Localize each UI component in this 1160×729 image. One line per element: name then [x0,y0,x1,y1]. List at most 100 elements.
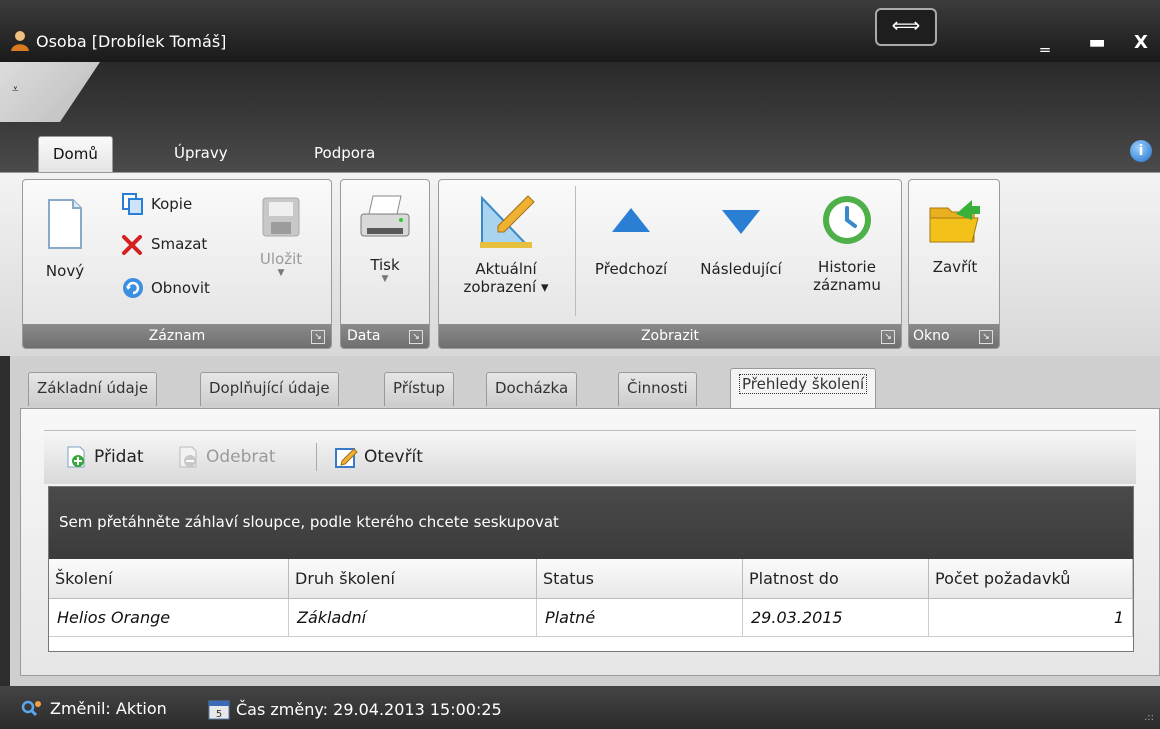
ruler-pencil-icon [480,195,535,248]
table-cell[interactable]: Platné [537,599,743,637]
nasledujici-button[interactable]: Následující [685,202,797,278]
close-button[interactable]: X [1126,30,1156,56]
aktualni-zobrazeni-button[interactable]: Aktuální zobrazení ▾ [443,192,569,296]
ribbon-panel: Nový Kopie Smazat Obnovit Uložit ▼ Zázna… [0,172,1160,356]
changed-at-status: 5 Čas změny: 29.04.2013 15:00:25 [208,698,502,720]
group-data: Tisk ▼ Data ↘ [340,179,430,349]
group-zobrazit: Aktuální zobrazení ▾ Předchozí Následují… [438,179,902,349]
smazat-label: Smazat [151,235,208,253]
refresh-icon [123,278,143,298]
remove-document-icon [179,446,197,468]
tab-podpora[interactable]: Podpora [300,136,389,172]
novy-button[interactable]: Nový [35,196,95,280]
info-icon[interactable]: i [1130,140,1152,162]
add-document-icon [67,446,85,468]
zavrit-label: Zavřít [932,258,978,276]
tab-cinnosti[interactable]: Činnosti [618,372,697,406]
aktualni-label-2: zobrazení ▾ [463,278,549,296]
smazat-button[interactable]: Smazat [121,232,207,256]
novy-label: Nový [45,262,85,280]
ulozit-button[interactable]: Uložit ▼ [249,194,313,278]
tab-upravy[interactable]: Úpravy [160,136,242,172]
window-title: Osoba [Drobílek Tomáš] [36,32,227,51]
svg-text:5: 5 [216,709,222,720]
tab-pristup[interactable]: Přístup [384,372,454,406]
table-cell[interactable]: Helios Orange [49,599,289,637]
nasledujici-label: Následující [700,260,782,278]
tab-doplnujici-udaje[interactable]: Doplňující údaje [200,372,339,406]
arrow-down-icon [722,210,760,234]
person-icon [11,31,29,51]
tab-dochazka[interactable]: Docházka [486,372,578,406]
ulozit-dropdown-icon: ▼ [277,268,285,278]
user-search-icon [21,700,41,717]
new-document-icon [48,199,82,249]
minimize-button[interactable]: ‗ [1030,30,1060,56]
calendar-icon: 5 [208,700,230,720]
aktualni-label-1: Aktuální [475,260,537,278]
quick-access-customize-icon[interactable]: ⩡ [12,82,19,97]
group-zobrazit-title: Zobrazit [640,328,700,344]
group-okno: Zavřít Okno ↘ [908,179,1000,349]
column-header-skoleni[interactable]: Školení [49,559,289,599]
tisk-label: Tisk [370,256,400,274]
zavrit-button[interactable]: Zavřít [915,192,995,276]
dialog-launcher-icon[interactable]: ↘ [881,330,895,344]
obnovit-button[interactable]: Obnovit [121,276,210,300]
table-cell[interactable]: 1 [929,599,1133,637]
historie-zaznamu-button[interactable]: Historie záznamu [801,192,893,294]
changed-at-text: Čas změny: 29.04.2013 15:00:25 [236,699,502,719]
arrow-up-icon [612,208,650,232]
odebrat-button[interactable]: Odebrat [178,445,276,469]
column-header-druh-skoleni[interactable]: Druh školení [289,559,537,599]
group-by-panel[interactable]: Sem přetáhněte záhlaví sloupce, podle kt… [49,487,1133,559]
history-clock-icon [823,196,871,244]
historie-label-2: záznamu [813,276,881,294]
obnovit-label: Obnovit [151,279,210,297]
training-grid[interactable]: Sem přetáhněte záhlaví sloupce, podle kt… [48,486,1134,652]
folder-exit-icon [929,200,980,243]
group-okno-label: Okno ↘ [909,324,999,348]
dialog-launcher-icon[interactable]: ↘ [979,330,993,344]
table-cell[interactable]: Základní [289,599,537,637]
save-icon [262,197,300,237]
dialog-launcher-icon[interactable]: ↘ [311,330,325,344]
odebrat-label: Odebrat [206,447,276,467]
kopie-label: Kopie [151,195,193,213]
title-bar[interactable]: Osoba [Drobílek Tomáš] ⟺ ‗ ▬ X [0,0,1160,62]
group-zaznam-label: Záznam ↘ [23,324,331,348]
delete-icon [122,235,142,255]
table-cell[interactable]: 29.03.2015 [743,599,929,637]
changed-by-text: Změnil: Aktion [50,698,167,718]
status-bar: Změnil: Aktion 5 Čas změny: 29.04.2013 1… [0,686,1160,729]
column-header-status[interactable]: Status [537,559,743,599]
pridat-button[interactable]: Přidat [66,445,144,469]
column-header-platnost-do[interactable]: Platnost do [743,559,929,599]
tab-prehledy-skoleni[interactable]: Přehledy školení [730,368,877,408]
toolbar-separator [316,443,317,471]
otevrit-button[interactable]: Otevřít [334,445,423,469]
changed-by-status: Změnil: Aktion [20,698,167,718]
printer-icon [360,195,410,237]
tab-prehledy-skoleni-label: Přehledy školení [739,374,868,394]
group-data-label: Data ↘ [341,324,429,348]
column-header-pocet-pozadavku[interactable]: Počet požadavků [929,559,1133,599]
pridat-label: Přidat [94,447,144,467]
copy-icon [122,193,143,215]
historie-label-1: Historie [818,258,876,276]
kopie-button[interactable]: Kopie [121,192,192,216]
tab-domu[interactable]: Domů [38,136,113,172]
resize-grip-icon[interactable]: .:: [1144,712,1154,723]
group-zaznam-title: Záznam [148,328,206,344]
predchozi-button[interactable]: Předchozí [579,202,683,278]
edit-document-icon [335,448,358,468]
resize-handle-icon[interactable]: ⟺ [875,8,937,46]
dialog-launcher-icon[interactable]: ↘ [409,330,423,344]
tab-zakladni-udaje[interactable]: Základní údaje [28,372,158,406]
ribbon-separator [575,186,576,316]
grid-toolbar: Přidat Odebrat Otevřít [44,430,1136,484]
otevrit-label: Otevřít [364,447,423,467]
tisk-button[interactable]: Tisk ▼ [345,192,425,284]
group-zaznam: Nový Kopie Smazat Obnovit Uložit ▼ Zázna… [22,179,332,349]
maximize-button[interactable]: ▬ [1082,30,1112,56]
